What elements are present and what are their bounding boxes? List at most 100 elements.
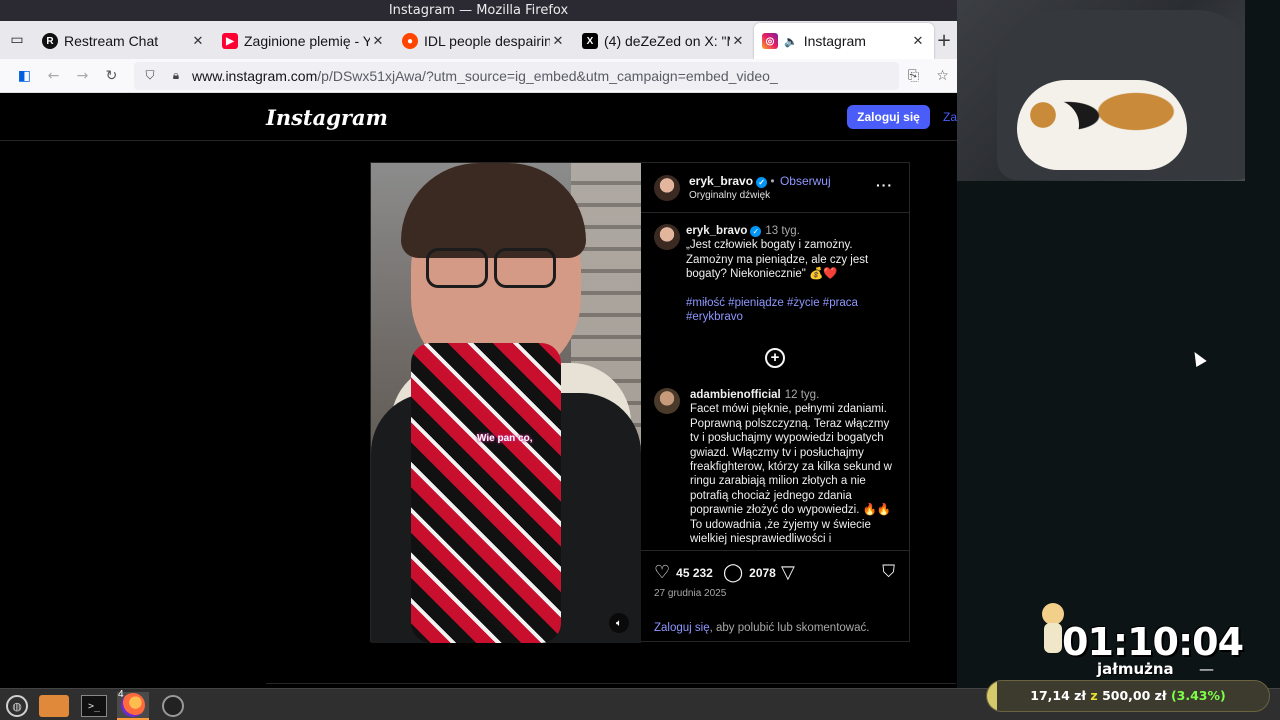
post-actions: ♡ 45 232 ◯ 2078 ▽ ⛉ 27 grudnia 2025 — [641, 552, 909, 612]
instagram-icon: ◎ — [762, 33, 778, 49]
start-menu-button[interactable]: ◍ — [1, 692, 33, 720]
speaker-icon[interactable]: 🔈︎ — [609, 613, 629, 633]
share-button[interactable]: ▽ — [781, 562, 801, 583]
instagram-logo[interactable]: Instagram — [266, 105, 388, 130]
progress-separator: z — [1090, 688, 1098, 703]
tab-label: (4) deZeZed on X: "M — [604, 33, 730, 49]
caption-username[interactable]: eryk_bravo — [686, 225, 747, 237]
login-prompt-link[interactable]: Zaloguj się — [654, 622, 710, 634]
lock-icon[interactable]: 🔒︎ — [166, 68, 186, 83]
instagram-header: Instagram Zaloguj się Za — [0, 93, 957, 141]
stream-timer: 01:10:04 — [1062, 620, 1244, 664]
post-author[interactable]: eryk_bravo ✓ • Obserwuj — [689, 174, 831, 188]
firefox-window: Instagram — Mozilla Firefox ▭ R Restream… — [0, 0, 957, 688]
donation-progress-bar: 17,14 zł z 500,00 zł (3.43%) — [986, 680, 1270, 712]
close-icon[interactable]: ✕ — [730, 33, 746, 49]
comment-time: 12 tyg. — [784, 389, 820, 401]
login-button[interactable]: Zaloguj się — [847, 105, 930, 129]
webcam-overlay — [957, 0, 1245, 181]
tab-instagram[interactable]: ◎ 🔈 Instagram ✕ — [754, 23, 934, 59]
caption-hashtags[interactable]: #miłość #pieniądze #życie #praca #erykbr… — [686, 296, 900, 325]
comments-list[interactable]: eryk_bravo ✓ 13 tyg. „Jest człowiek bogaty… — [641, 214, 909, 551]
comment-username[interactable]: adambienofficial — [690, 389, 781, 401]
audio-label[interactable]: Oryginalny dźwięk — [689, 190, 770, 201]
follow-button[interactable]: Obserwuj — [780, 174, 831, 188]
video-subtitle: Wie pan co, — [477, 433, 533, 444]
video-figure-hair — [401, 163, 586, 258]
tracking-protection-icon[interactable]: ⛉ — [140, 68, 160, 83]
forward-icon[interactable]: → — [68, 62, 97, 90]
taskbar-files[interactable] — [38, 692, 70, 720]
comment-text: Facet mówi pięknie, pełnymi zdaniami. Po… — [690, 403, 892, 546]
avatar[interactable] — [654, 224, 680, 250]
post-header: eryk_bravo ✓ • Obserwuj Oryginalny dźwięk… — [641, 163, 909, 213]
close-icon[interactable]: ✕ — [550, 33, 566, 49]
login-prompt-text: , aby polubić lub skomentować. — [709, 622, 870, 634]
tab-label: Restream Chat — [64, 33, 159, 49]
load-more-comments-icon[interactable]: + — [765, 348, 785, 368]
new-tab-icon[interactable]: + — [934, 30, 954, 51]
restream-icon: R — [42, 33, 58, 49]
reader-view-icon[interactable]: ⎘ — [899, 62, 928, 90]
tab-list-icon[interactable]: ▭ — [0, 21, 34, 59]
progress-percent: (3.43%) — [1170, 688, 1226, 703]
firefox-icon — [121, 693, 145, 717]
taskbar-obs[interactable] — [157, 692, 189, 720]
video-figure-glasses — [426, 248, 488, 288]
obs-icon — [162, 695, 184, 717]
heart-icon[interactable]: ♡ — [654, 562, 670, 583]
bookmark-star-icon[interactable]: ☆ — [928, 62, 957, 90]
post-date: 27 grudnia 2025 — [654, 588, 727, 599]
donation-progress-text: 17,14 zł z 500,00 zł (3.43%) — [987, 681, 1269, 711]
url-bar[interactable]: ⛉ 🔒︎ www.instagram.com/p/DSwx51xjAwa/?ut… — [134, 61, 899, 90]
reddit-icon: ● — [402, 33, 418, 49]
nav-bar: ◧ ← → ↻ ⛉ 🔒︎ www.instagram.com/p/DSwx51x… — [0, 59, 957, 93]
window-count-badge: 4 — [118, 689, 124, 700]
like-button[interactable]: ♡ 45 232 — [654, 562, 713, 583]
progress-current: 17,14 zł — [1030, 688, 1087, 703]
verified-badge-icon: ✓ — [756, 177, 768, 188]
taskbar-terminal[interactable]: >_ — [78, 692, 110, 720]
tab-x[interactable]: X (4) deZeZed on X: "M ✕ — [574, 23, 754, 59]
webcam-cat-head — [1019, 100, 1079, 150]
speaker-icon[interactable]: 🔈 — [784, 35, 798, 48]
instagram-page: Instagram Zaloguj się Za Wie pan co, 🔈︎ — [0, 93, 957, 688]
comment-icon[interactable]: ◯ — [723, 562, 743, 583]
mint-menu-icon: ◍ — [6, 695, 28, 717]
video-figure-scarf — [411, 343, 561, 643]
signup-link[interactable]: Za — [943, 110, 957, 124]
tab-bar: ▭ R Restream Chat ✕ ▶ Zaginione plemię -… — [0, 21, 957, 59]
close-icon[interactable]: ✕ — [190, 33, 206, 49]
close-icon[interactable]: ✕ — [910, 33, 926, 49]
post-card: Wie pan co, 🔈︎ eryk_bravo ✓ • Obserwuj Or… — [370, 162, 910, 643]
comment-button[interactable]: ◯ 2078 — [723, 562, 776, 583]
bookmark-icon[interactable]: ⛉ — [882, 562, 895, 582]
post-sidebar: eryk_bravo ✓ • Obserwuj Oryginalny dźwięk… — [641, 163, 909, 641]
dot-separator: • — [770, 174, 775, 188]
post-video[interactable]: Wie pan co, 🔈︎ — [371, 163, 641, 643]
like-count: 45 232 — [676, 565, 713, 580]
url-path: /p/DSwx51xjAwa/?utm_source=ig_embed&utm_… — [317, 67, 778, 84]
avatar[interactable] — [654, 175, 680, 201]
author-username[interactable]: eryk_bravo — [689, 174, 753, 188]
charity-dash: — — [1199, 660, 1214, 678]
tab-restream-chat[interactable]: R Restream Chat ✕ — [34, 23, 214, 59]
tab-label: IDL people despairin — [424, 33, 550, 49]
reload-icon[interactable]: ↻ — [97, 62, 126, 90]
video-figure-glasses — [494, 248, 556, 288]
comment-count: 2078 — [749, 565, 776, 580]
progress-goal: 500,00 zł — [1102, 688, 1167, 703]
x-icon: X — [582, 33, 598, 49]
more-options-icon[interactable]: ··· — [876, 177, 893, 193]
tab-reddit[interactable]: ● IDL people despairin ✕ — [394, 23, 574, 59]
avatar[interactable] — [654, 388, 680, 414]
tab-youtube[interactable]: ▶ Zaginione plemię - Y ✕ — [214, 23, 394, 59]
window-title: Instagram — Mozilla Firefox — [0, 0, 957, 21]
caption-time: 13 tyg. — [765, 225, 800, 237]
folder-icon — [39, 695, 69, 717]
divider — [266, 683, 956, 684]
close-icon[interactable]: ✕ — [370, 33, 386, 49]
share-icon[interactable]: ▽ — [781, 562, 795, 583]
back-icon[interactable]: ← — [39, 62, 68, 90]
sidebar-toggle-icon[interactable]: ◧ — [10, 62, 39, 90]
